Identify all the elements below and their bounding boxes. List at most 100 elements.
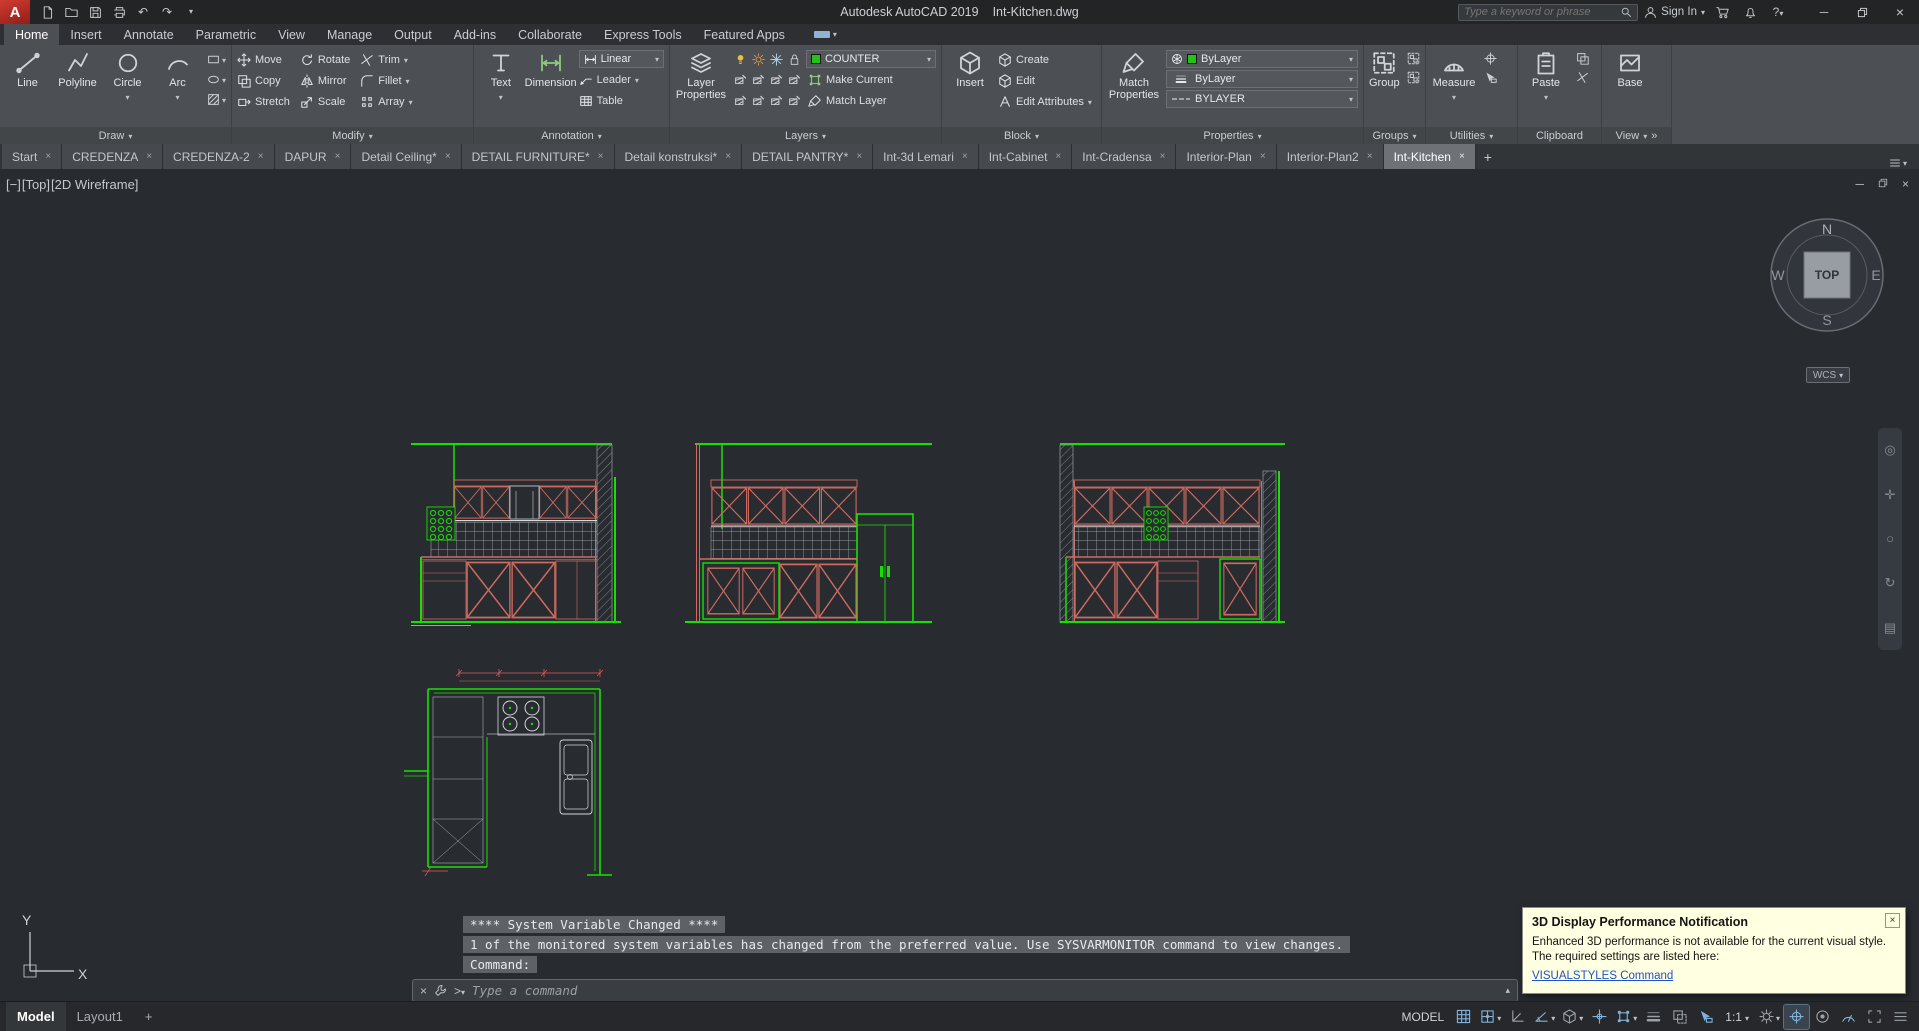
app-store-icon[interactable] [1711, 2, 1733, 22]
edit-attributes-button[interactable]: Edit Attributes [998, 92, 1092, 111]
polar-tracking-icon[interactable] [1531, 1005, 1558, 1029]
zoom-icon[interactable]: ○ [1886, 531, 1894, 546]
table-button[interactable]: Table [579, 91, 664, 110]
customization-icon[interactable] [1888, 1005, 1913, 1029]
file-tab[interactable]: CREDENZA-2 [163, 144, 275, 169]
file-tab[interactable]: Interior-Plan [1176, 144, 1277, 169]
file-tab-close-icon[interactable] [1459, 151, 1465, 162]
object-color-dropdown[interactable]: ByLayer [1166, 50, 1358, 68]
cut-icon[interactable] [1574, 69, 1591, 86]
layer-off-tool-icon[interactable] [786, 71, 803, 88]
lineweight-dropdown[interactable]: ByLayer [1166, 70, 1358, 88]
file-tab-close-icon[interactable] [445, 151, 451, 162]
layer-unisolate-icon[interactable] [750, 71, 767, 88]
ribbon-tab[interactable]: Add-ins [443, 24, 507, 45]
linear-dimension-dropdown[interactable]: Linear [578, 50, 664, 68]
dynamic-input-icon[interactable] [1693, 1005, 1718, 1029]
trim-button[interactable]: Trim [360, 50, 412, 69]
undo-icon[interactable] [132, 2, 154, 22]
ribbon-tab[interactable]: Express Tools [593, 24, 693, 45]
command-customize-icon[interactable] [434, 984, 447, 997]
file-tab-close-icon[interactable] [598, 151, 604, 162]
layer-on-icon[interactable] [732, 51, 749, 68]
text-button[interactable]: Text [479, 48, 523, 127]
graphics-performance-icon[interactable] [1836, 1005, 1861, 1029]
minimize-button[interactable] [1805, 0, 1843, 24]
paste-button[interactable]: Paste [1523, 48, 1569, 127]
file-tab-close-icon[interactable] [258, 151, 264, 162]
ribbon-tab[interactable]: Output [383, 24, 443, 45]
help-button[interactable] [1767, 2, 1789, 22]
orbit-icon[interactable]: ↻ [1885, 575, 1896, 591]
viewport-visual-style-control[interactable]: [2D Wireframe] [51, 177, 138, 192]
ribbon-tab[interactable]: Collaborate [507, 24, 593, 45]
layer-freeze-icon[interactable] [768, 51, 785, 68]
block-panel-title[interactable]: Block [942, 127, 1101, 144]
file-tab-close-icon[interactable] [1160, 151, 1166, 162]
linetype-dropdown[interactable]: BYLAYER [1166, 90, 1358, 108]
file-tab[interactable]: Interior-Plan2 [1276, 144, 1384, 169]
command-close-icon[interactable] [420, 984, 427, 998]
sign-in-button[interactable]: Sign In [1644, 6, 1705, 19]
arc-button[interactable]: Arc [155, 48, 200, 127]
file-tab-close-icon[interactable] [725, 151, 731, 162]
modify-panel-title[interactable]: Modify [232, 127, 473, 144]
layer-lock-icon[interactable] [786, 51, 803, 68]
layout1-tab[interactable]: Layout1 [66, 1002, 134, 1031]
clipboard-panel-title[interactable]: Clipboard [1518, 127, 1601, 144]
notifications-icon[interactable] [1739, 2, 1761, 22]
file-tab[interactable]: Detail konstruksi* [614, 144, 743, 169]
lineweight-toggle-icon[interactable] [1641, 1005, 1666, 1029]
id-point-icon[interactable] [1482, 50, 1499, 67]
ellipse-tool-icon[interactable] [205, 71, 222, 88]
doc-minimize-icon[interactable] [1855, 177, 1864, 191]
open-icon[interactable] [60, 2, 82, 22]
nav-wheel-icon[interactable]: ◎ [1884, 442, 1895, 458]
base-view-button[interactable]: Base [1607, 48, 1653, 127]
file-tab-close-icon[interactable] [1367, 151, 1373, 162]
file-tab-close-icon[interactable] [962, 151, 968, 162]
groups-panel-title[interactable]: Groups [1364, 127, 1425, 144]
file-tab-overflow-button[interactable] [1877, 157, 1919, 169]
rectangle-tool-icon[interactable] [205, 51, 222, 68]
wcs-selector[interactable]: WCS [1806, 367, 1850, 383]
object-snap-icon[interactable] [1613, 1005, 1640, 1029]
pan-icon[interactable]: ✛ [1885, 487, 1896, 503]
model-tab[interactable]: Model [6, 1002, 66, 1031]
layer-isolate-icon[interactable] [732, 71, 749, 88]
file-tab[interactable]: Int-Cabinet [978, 144, 1073, 169]
ribbon-overflow-icon[interactable] [1651, 130, 1657, 142]
layer-dropdown[interactable]: COUNTER [806, 50, 936, 68]
save-icon[interactable] [84, 2, 106, 22]
make-current-button[interactable]: Make Current [808, 70, 893, 89]
layer-walk-icon[interactable] [732, 92, 749, 109]
object-snap-tracking-icon[interactable] [1587, 1005, 1612, 1029]
redo-icon[interactable] [156, 2, 178, 22]
edit-block-button[interactable]: Edit [998, 71, 1092, 90]
layer-delete-icon[interactable] [786, 92, 803, 109]
draw-panel-title[interactable]: Draw [0, 127, 231, 144]
search-icon[interactable] [1620, 6, 1632, 18]
layer-vpfreeze-icon[interactable] [750, 92, 767, 109]
workspace-switching-icon[interactable] [1756, 1005, 1783, 1029]
command-input[interactable] [472, 983, 1499, 998]
viewport-view-control[interactable]: [Top] [22, 177, 50, 192]
file-tab-close-icon[interactable] [45, 151, 51, 162]
create-block-button[interactable]: Create [998, 50, 1092, 69]
command-expand-icon[interactable] [1505, 985, 1510, 996]
polyline-button[interactable]: Polyline [55, 48, 100, 127]
quick-select-icon[interactable] [1482, 69, 1499, 86]
file-tab[interactable]: CREDENZA [62, 144, 164, 169]
snap-toggle-icon[interactable] [1477, 1005, 1504, 1029]
isolate-objects-icon[interactable] [1810, 1005, 1835, 1029]
clean-screen-icon[interactable] [1862, 1005, 1887, 1029]
search-input[interactable] [1464, 6, 1617, 18]
layer-merge-icon[interactable] [768, 92, 785, 109]
file-tab-close-icon[interactable] [1260, 151, 1266, 162]
file-tab[interactable]: DAPUR [274, 144, 352, 169]
layers-panel-title[interactable]: Layers [670, 127, 941, 144]
line-button[interactable]: Line [5, 48, 50, 127]
file-tab-close-icon[interactable] [335, 151, 341, 162]
annotation-scale-button[interactable]: 1:1 [1719, 1010, 1755, 1024]
hatch-tool-icon[interactable] [205, 91, 222, 108]
